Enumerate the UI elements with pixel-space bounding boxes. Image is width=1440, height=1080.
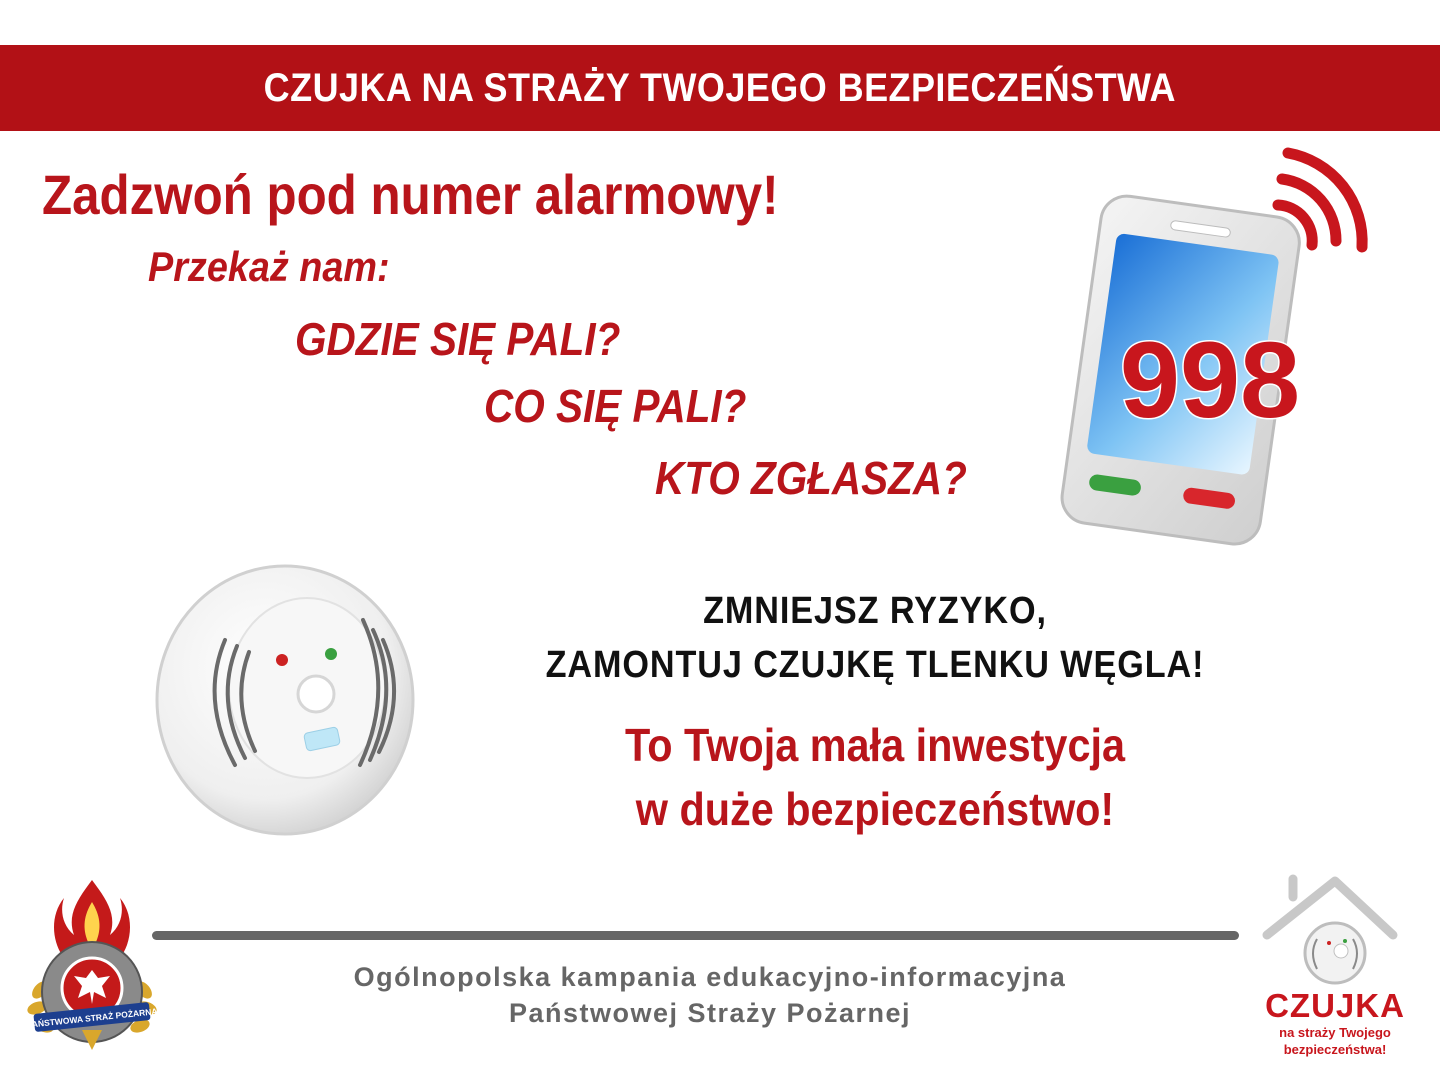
footer-line-1: Ogólnopolska kampania edukacyjno-informa… [353,962,1067,992]
phone-illustration: 998 [1060,147,1368,546]
banner-title: CZUJKA NA STRAŻY TWOJEGO BEZPIECZEŃSTWA [263,65,1177,110]
subheading: Przekaż nam: [148,243,390,290]
message-line-3: To Twoja mała inwestycja [624,719,1126,771]
campaign-logo-tagline-2: bezpieczeństwa! [1283,1042,1387,1057]
campaign-logo-name: CZUJKA [1265,987,1405,1024]
co-detector-illustration [155,564,415,836]
question-who: KTO ZGŁASZA? [655,452,967,504]
czujka-campaign-logo [1262,874,1398,985]
psp-emblem-logo: PAŃSTWOWA STRAŻ POŻARNA [26,880,158,1050]
message-line-1: ZMNIEJSZ RYZYKO, [703,590,1047,632]
headline: Zadzwoń pod numer alarmowy! [42,163,779,226]
question-what: CO SIĘ PALI? [484,380,747,432]
message-line-4: w duże bezpieczeństwo! [635,783,1115,835]
question-where: GDZIE SIĘ PALI? [295,313,621,365]
footer-line-2: Państwowej Straży Pożarnej [508,998,912,1028]
emergency-number: 998 [1120,319,1300,440]
message-line-2: ZAMONTUJ CZUJKĘ TLENKU WĘGLA! [545,644,1205,686]
header-banner: CZUJKA NA STRAŻY TWOJEGO BEZPIECZEŃSTWA [0,45,1440,131]
footer-divider [152,931,1239,940]
campaign-logo-tagline-1: na straży Twojego [1279,1025,1391,1040]
